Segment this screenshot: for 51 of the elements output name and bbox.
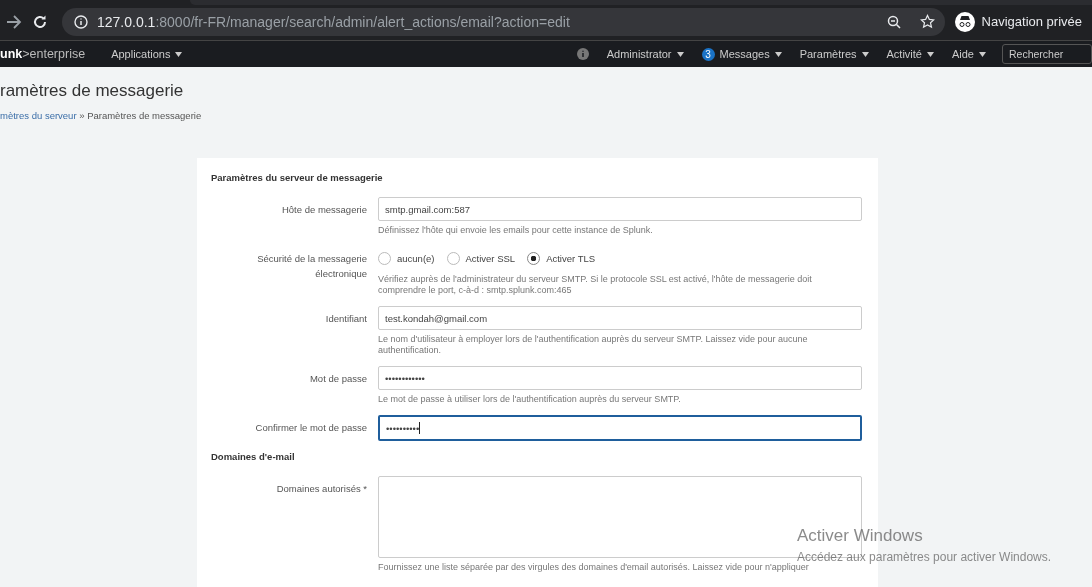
forward-icon[interactable] [6,14,22,29]
radio-label[interactable]: Activer TLS [546,252,596,264]
field-label: Hôte de messagerie [280,203,367,217]
page-title: ramètres de messagerie [0,81,185,101]
reload-icon[interactable] [32,13,48,30]
radio-button[interactable] [527,251,541,265]
field-label: Domaines autorisés * [275,482,367,496]
info-icon [74,14,88,29]
field-label: Confirmer le mot de passe [254,421,367,435]
section-heading: Domaines d'e-mail [211,451,296,462]
nav-menu[interactable]: 3 Messages [701,47,782,61]
radio-label[interactable]: Activer SSL [465,252,516,264]
nav-menu[interactable]: Activité [886,48,934,60]
caret-icon [926,51,934,57]
help-text: Définissez l'hôte qui envoie les emails pour cette instance de Splunk. [378,225,654,236]
url-text: 127.0.0.1:8000/fr-FR/manager/search/admin/alert_actions/email?action=edit [97,13,571,30]
section-heading: Paramètres du serveur de messagerie [211,172,384,183]
activation-title: Activer Windows [797,526,924,546]
input-field[interactable]: •••••••••••• [378,366,862,390]
incognito-button[interactable]: Navigation privée [954,11,1092,32]
incognito-icon [954,11,975,32]
field-label: Mot de passe [308,372,367,386]
help-text: Fournissez une liste séparée par des virgules des domaines d'email autorisés. Laissez vide pour n'appliquer [378,562,810,573]
radio-label[interactable]: aucun(e) [397,252,435,264]
breadcrumb-separator: » [79,110,85,121]
breadcrumb-current: Paramètres de messagerie [87,110,202,121]
input-field[interactable]: smtp.gmail.com:587 [378,197,862,221]
nav-menu[interactable]: Aide [951,48,986,60]
zoom-icon[interactable] [886,14,901,29]
logo[interactable]: unk>enterprise [0,47,86,61]
nav-menu[interactable]: Administrator [606,48,684,60]
help-text: Le nom d'utilisateur à employer lors de l'authentification auprès du serveur SMTP. Laissez vide pour aucune authentification. [378,334,809,356]
input-field[interactable]: test.kondah@gmail.com [378,306,862,330]
caret-icon [676,51,684,57]
breadcrumb-link[interactable]: mètres du serveur [0,110,77,121]
caret-icon [979,51,986,57]
field-label: Sécurité de la messagerie électronique [256,252,367,281]
address-bar[interactable]: 127.0.0.1:8000/fr-FR/manager/search/admin/alert_actions/email?action=edit [62,7,945,36]
caret-icon [774,51,782,57]
help-text: Vérifiez auprès de l'administrateur du serveur SMTP. Si le protocole SSL est activé, l'hôte de messagerie doit comprendre le port, c-à-d : smtp.splunk.com:465 [378,274,813,296]
status-icon[interactable] [576,48,589,60]
search-field[interactable]: Rechercher [1002,44,1092,64]
help-text: Le mot de passe à utiliser lors de l'authentification auprès du serveur SMTP. [378,394,682,405]
apps-menu[interactable]: Applications [111,48,183,60]
star-icon[interactable] [919,14,935,29]
activation-text: Accédez aux paramètres pour activer Windows. [797,550,1052,564]
caret-icon [861,51,869,57]
input-field[interactable]: •••••••••• [378,415,862,441]
nav-menu[interactable]: Paramètres [799,48,869,60]
caret-icon [175,51,183,57]
field-label: Identifiant [324,312,367,326]
